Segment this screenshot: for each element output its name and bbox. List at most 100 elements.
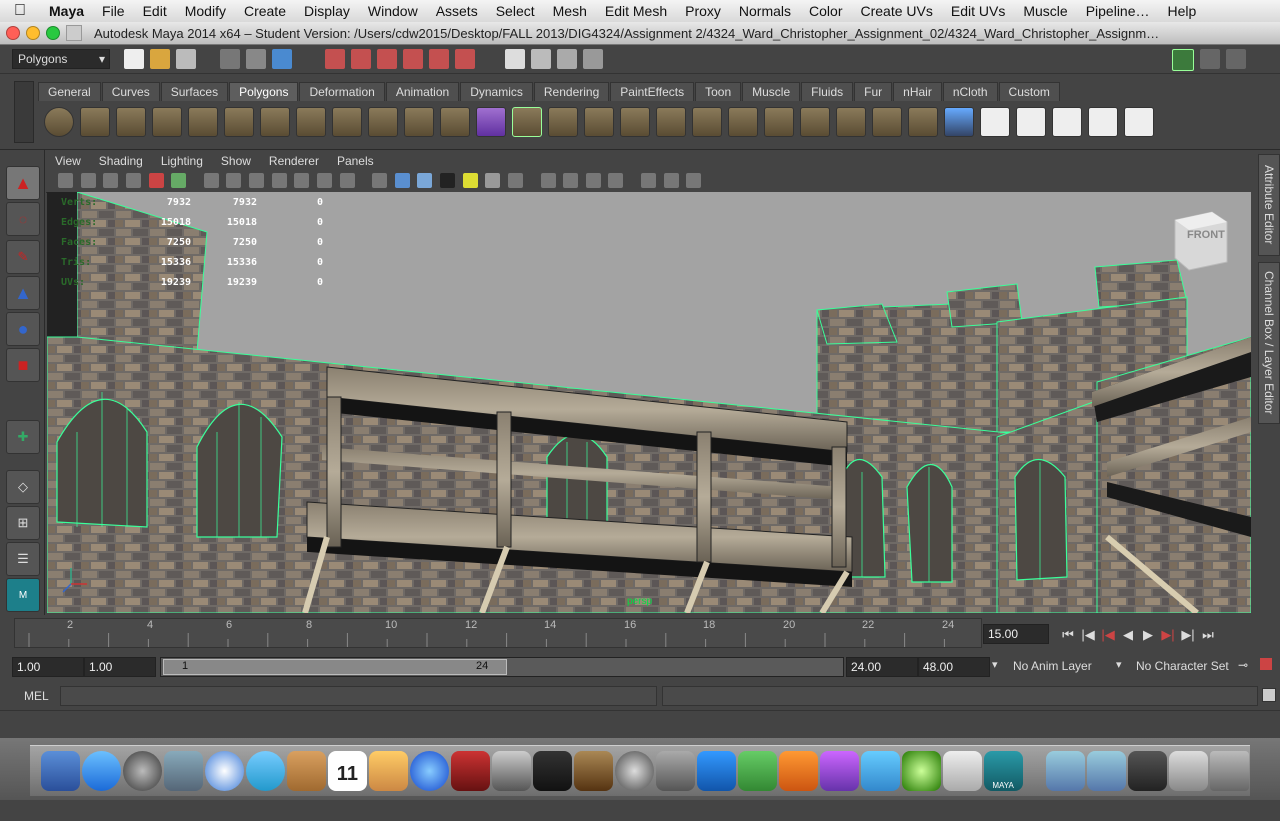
end-time-field[interactable]: 48.00 (918, 657, 990, 677)
garageband-icon[interactable] (573, 751, 613, 791)
panel-menu-show[interactable]: Show (212, 154, 260, 168)
automatic-map-icon[interactable] (1088, 107, 1118, 137)
film-gate-icon[interactable] (226, 173, 242, 188)
tab-surfaces[interactable]: Surfaces (160, 82, 229, 101)
word-icon[interactable] (696, 751, 736, 791)
field-chart-icon[interactable] (294, 173, 310, 188)
menuset-dropdown[interactable]: Polygons ▾ (12, 49, 110, 69)
chevron-down-icon[interactable]: ▾ (992, 658, 998, 671)
extract-icon[interactable] (440, 107, 470, 137)
tab-curves[interactable]: Curves (101, 82, 160, 101)
maya-logo-icon[interactable]: M (6, 578, 40, 612)
gate-mask-icon[interactable] (271, 173, 287, 188)
menu-edit-uvs[interactable]: Edit UVs (942, 3, 1014, 19)
menu-help[interactable]: Help (1159, 3, 1206, 19)
contacts-icon[interactable] (286, 751, 326, 791)
menu-muscle[interactable]: Muscle (1014, 3, 1076, 19)
menu-file[interactable]: File (93, 3, 134, 19)
mirror-icon[interactable] (548, 107, 578, 137)
textured-icon[interactable] (440, 173, 455, 188)
apple-icon[interactable]:  (0, 2, 40, 20)
maya-app-icon[interactable]: MAYA (983, 751, 1023, 791)
app-store-icon[interactable] (81, 751, 121, 791)
save-scene-icon[interactable] (176, 49, 196, 69)
merge-icon[interactable] (800, 107, 830, 137)
dashboard-icon[interactable] (122, 751, 162, 791)
character-set-dropdown[interactable]: No Character Set (1136, 659, 1229, 673)
panel-menu-panels[interactable]: Panels (328, 154, 383, 168)
single-perspective-layout-icon[interactable]: ◇ (6, 470, 40, 504)
step-forward-key-icon[interactable]: ▶| (1158, 625, 1178, 645)
attribute-editor-tab[interactable]: Attribute Editor (1258, 154, 1280, 256)
poly-cone-icon[interactable] (152, 107, 182, 137)
menu-create[interactable]: Create (235, 3, 295, 19)
safe-title-icon[interactable] (339, 173, 355, 188)
multisample-aa-icon[interactable] (563, 173, 579, 188)
menu-pipeline[interactable]: Pipeline… (1077, 3, 1159, 19)
close-window-button[interactable] (6, 26, 20, 40)
playback-end-field[interactable]: 24.00 (846, 657, 918, 677)
snap-point-icon[interactable] (377, 49, 397, 69)
depth-of-field-icon[interactable] (585, 173, 601, 188)
isolate-select-icon[interactable] (608, 173, 624, 188)
panel-menu-lighting[interactable]: Lighting (152, 154, 212, 168)
snap-grid-icon[interactable] (325, 49, 345, 69)
combine-icon[interactable] (368, 107, 398, 137)
trash-icon[interactable] (1210, 751, 1249, 791)
bookmark-icon[interactable] (103, 173, 119, 188)
poly-sphere-icon[interactable] (44, 107, 74, 137)
tab-polygons[interactable]: Polygons (229, 82, 299, 101)
shelf-menu-button[interactable] (14, 81, 34, 143)
snap-curve-icon[interactable] (351, 49, 371, 69)
step-forward-frame-icon[interactable]: ▶| (1178, 625, 1198, 645)
select-by-object-icon[interactable] (246, 49, 266, 69)
motion-blur-icon[interactable] (540, 173, 556, 188)
calendar-icon[interactable]: 11 (327, 751, 367, 791)
append-polygon-icon[interactable] (584, 107, 614, 137)
four-view-layout-icon[interactable]: ⊞ (6, 506, 40, 540)
poly-pyramid-icon[interactable] (260, 107, 290, 137)
wedge-icon[interactable] (908, 107, 938, 137)
sculpt-icon[interactable] (944, 107, 974, 137)
planar-map-icon[interactable] (980, 107, 1010, 137)
camera-select-icon[interactable] (58, 173, 73, 188)
downloads-install-icon[interactable] (901, 751, 941, 791)
tab-ncloth[interactable]: nCloth (942, 82, 998, 101)
menu-proxy[interactable]: Proxy (676, 3, 730, 19)
tab-deformation[interactable]: Deformation (299, 82, 385, 101)
separate-icon[interactable] (404, 107, 434, 137)
poly-pipe-icon[interactable] (296, 107, 326, 137)
script-editor-icon[interactable] (1262, 688, 1276, 702)
screenshot-stack-icon[interactable] (1169, 751, 1208, 791)
range-slider[interactable]: 1 24 (160, 657, 844, 677)
go-to-end-icon[interactable]: ⏭ (1198, 625, 1218, 645)
menu-modify[interactable]: Modify (176, 3, 235, 19)
tab-painteffects[interactable]: PaintEffects (610, 82, 695, 101)
cylindrical-map-icon[interactable] (1016, 107, 1046, 137)
menu-window[interactable]: Window (359, 3, 427, 19)
menu-display[interactable]: Display (295, 3, 359, 19)
menu-maya[interactable]: Maya (40, 3, 93, 19)
screen-space-ao-icon[interactable] (507, 173, 523, 188)
step-back-frame-icon[interactable]: |◀ (1078, 625, 1098, 645)
itunes-icon[interactable] (409, 751, 449, 791)
spherical-map-icon[interactable] (1052, 107, 1082, 137)
iphoto-icon[interactable] (491, 751, 531, 791)
powerpoint-icon[interactable] (778, 751, 818, 791)
extrude-icon[interactable] (692, 107, 722, 137)
facetime-icon[interactable] (245, 751, 285, 791)
collapse-icon[interactable] (836, 107, 866, 137)
menu-edit-mesh[interactable]: Edit Mesh (596, 3, 676, 19)
poly-torus-icon[interactable] (224, 107, 254, 137)
anim-layer-dropdown[interactable]: No Anim Layer (1013, 659, 1092, 673)
lasso-tool-icon[interactable]: ◌ (6, 202, 40, 236)
panel-menu-renderer[interactable]: Renderer (260, 154, 328, 168)
play-forward-icon[interactable]: ▶ (1138, 625, 1158, 645)
open-scene-icon[interactable] (150, 49, 170, 69)
minimize-window-button[interactable] (26, 26, 40, 40)
menu-color[interactable]: Color (800, 3, 851, 19)
rotate-tool-icon[interactable]: ● (6, 312, 40, 346)
select-by-component-icon[interactable] (272, 49, 292, 69)
view-cube-label[interactable]: FRONT (1187, 229, 1225, 241)
tab-dynamics[interactable]: Dynamics (460, 82, 533, 101)
